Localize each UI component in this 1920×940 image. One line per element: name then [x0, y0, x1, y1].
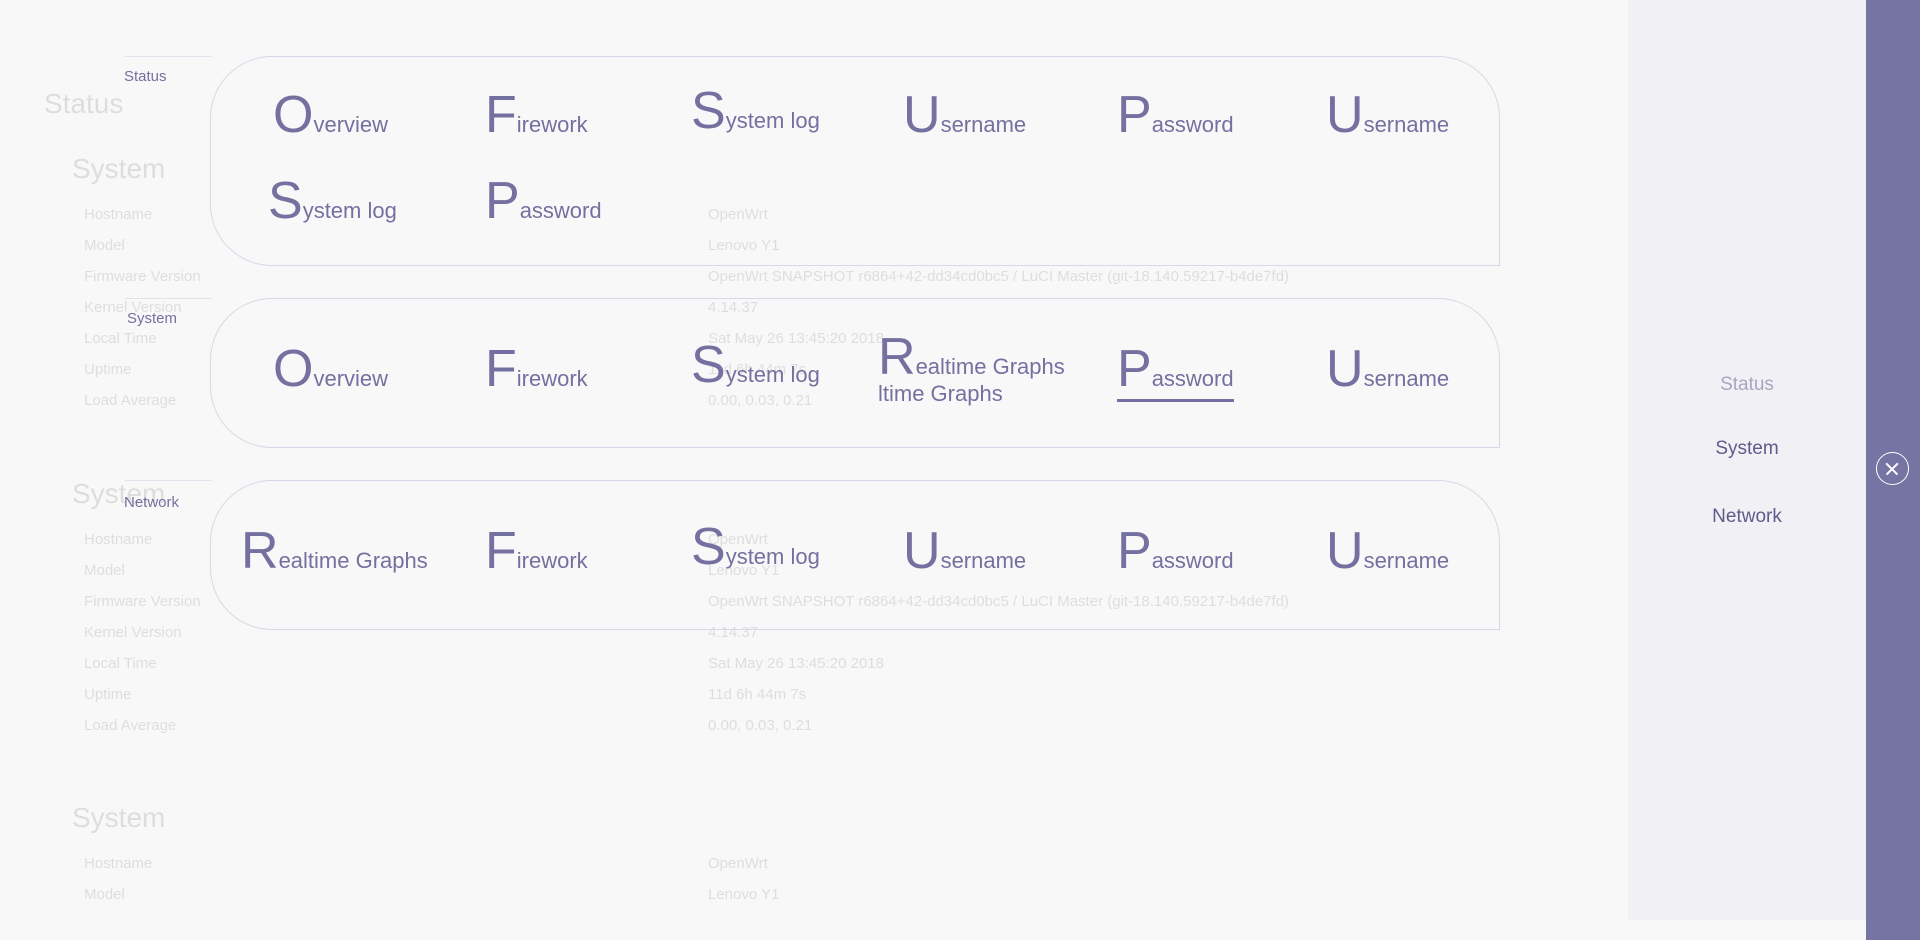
info-row: Hostname OpenWrt	[84, 855, 768, 872]
menu-item-username[interactable]: Username	[1326, 339, 1449, 399]
menu-item-username[interactable]: Username	[1326, 85, 1449, 145]
menu-item-firework[interactable]: Firework	[485, 85, 588, 145]
close-icon[interactable]	[1876, 452, 1909, 485]
group-label-status: Status	[124, 68, 167, 85]
menu-item-system-log[interactable]: System log	[691, 81, 820, 141]
side-nav-item-status[interactable]: Status	[1628, 374, 1866, 396]
group-divider	[125, 480, 212, 481]
menu-item-system-log[interactable]: System log	[268, 171, 397, 231]
menu-item-realtime-graphs[interactable]: Realtime Graphs	[241, 521, 428, 581]
side-nav-item-network[interactable]: Network	[1628, 506, 1866, 528]
menu-group-system: Overview Firework System log Realtime Gr…	[210, 298, 1500, 448]
menu-item-firework[interactable]: Firework	[485, 339, 588, 399]
info-row: Load Average 0.00, 0.03, 0.21	[84, 717, 813, 734]
menu-item-realtime-graphs[interactable]: Realtime Graphs	[878, 327, 1065, 387]
menu-item-username[interactable]: Username	[1326, 521, 1449, 581]
group-label-network: Network	[124, 494, 180, 511]
menu-item-password[interactable]: Password	[1117, 521, 1234, 581]
group-label-system: System	[127, 310, 178, 327]
section-title: System	[72, 153, 166, 184]
menu-item-system-log[interactable]: System log	[691, 517, 820, 577]
menu-group-status: Overview Firework System log Username Pa…	[210, 56, 1500, 266]
menu-item-username[interactable]: Username	[903, 521, 1026, 581]
menu-item-system-log[interactable]: System log	[691, 335, 820, 395]
info-row: Firmware Version OpenWrt SNAPSHOT r6864+4…	[84, 268, 1290, 285]
side-nav-item-system[interactable]: System	[1628, 438, 1866, 460]
menu-item-password[interactable]: Password	[1117, 85, 1234, 145]
menu-item-password-active[interactable]: Password	[1117, 339, 1234, 402]
group-divider	[125, 56, 212, 57]
page-title: Status	[44, 88, 124, 119]
menu-item-overview[interactable]: Overview	[273, 85, 388, 145]
section-title: System	[72, 802, 166, 833]
ghost-label: ltime Graphs	[878, 381, 1003, 406]
menu-item-overview[interactable]: Overview	[273, 339, 388, 399]
menu-item-firework[interactable]: Firework	[485, 521, 588, 581]
menu-item-username[interactable]: Username	[903, 85, 1026, 145]
menu-group-network: Realtime Graphs Firework System log User…	[210, 480, 1500, 630]
side-nav-panel: Status System Network	[1628, 0, 1866, 920]
info-row: Local Time Sat May 26 13:45:20 2018	[84, 655, 884, 672]
menu-item-password[interactable]: Password	[485, 171, 602, 231]
group-divider	[125, 298, 212, 299]
info-row: Model Lenovo Y1	[84, 886, 780, 903]
info-row: Uptime 11d 6h 44m 7s	[84, 686, 807, 703]
